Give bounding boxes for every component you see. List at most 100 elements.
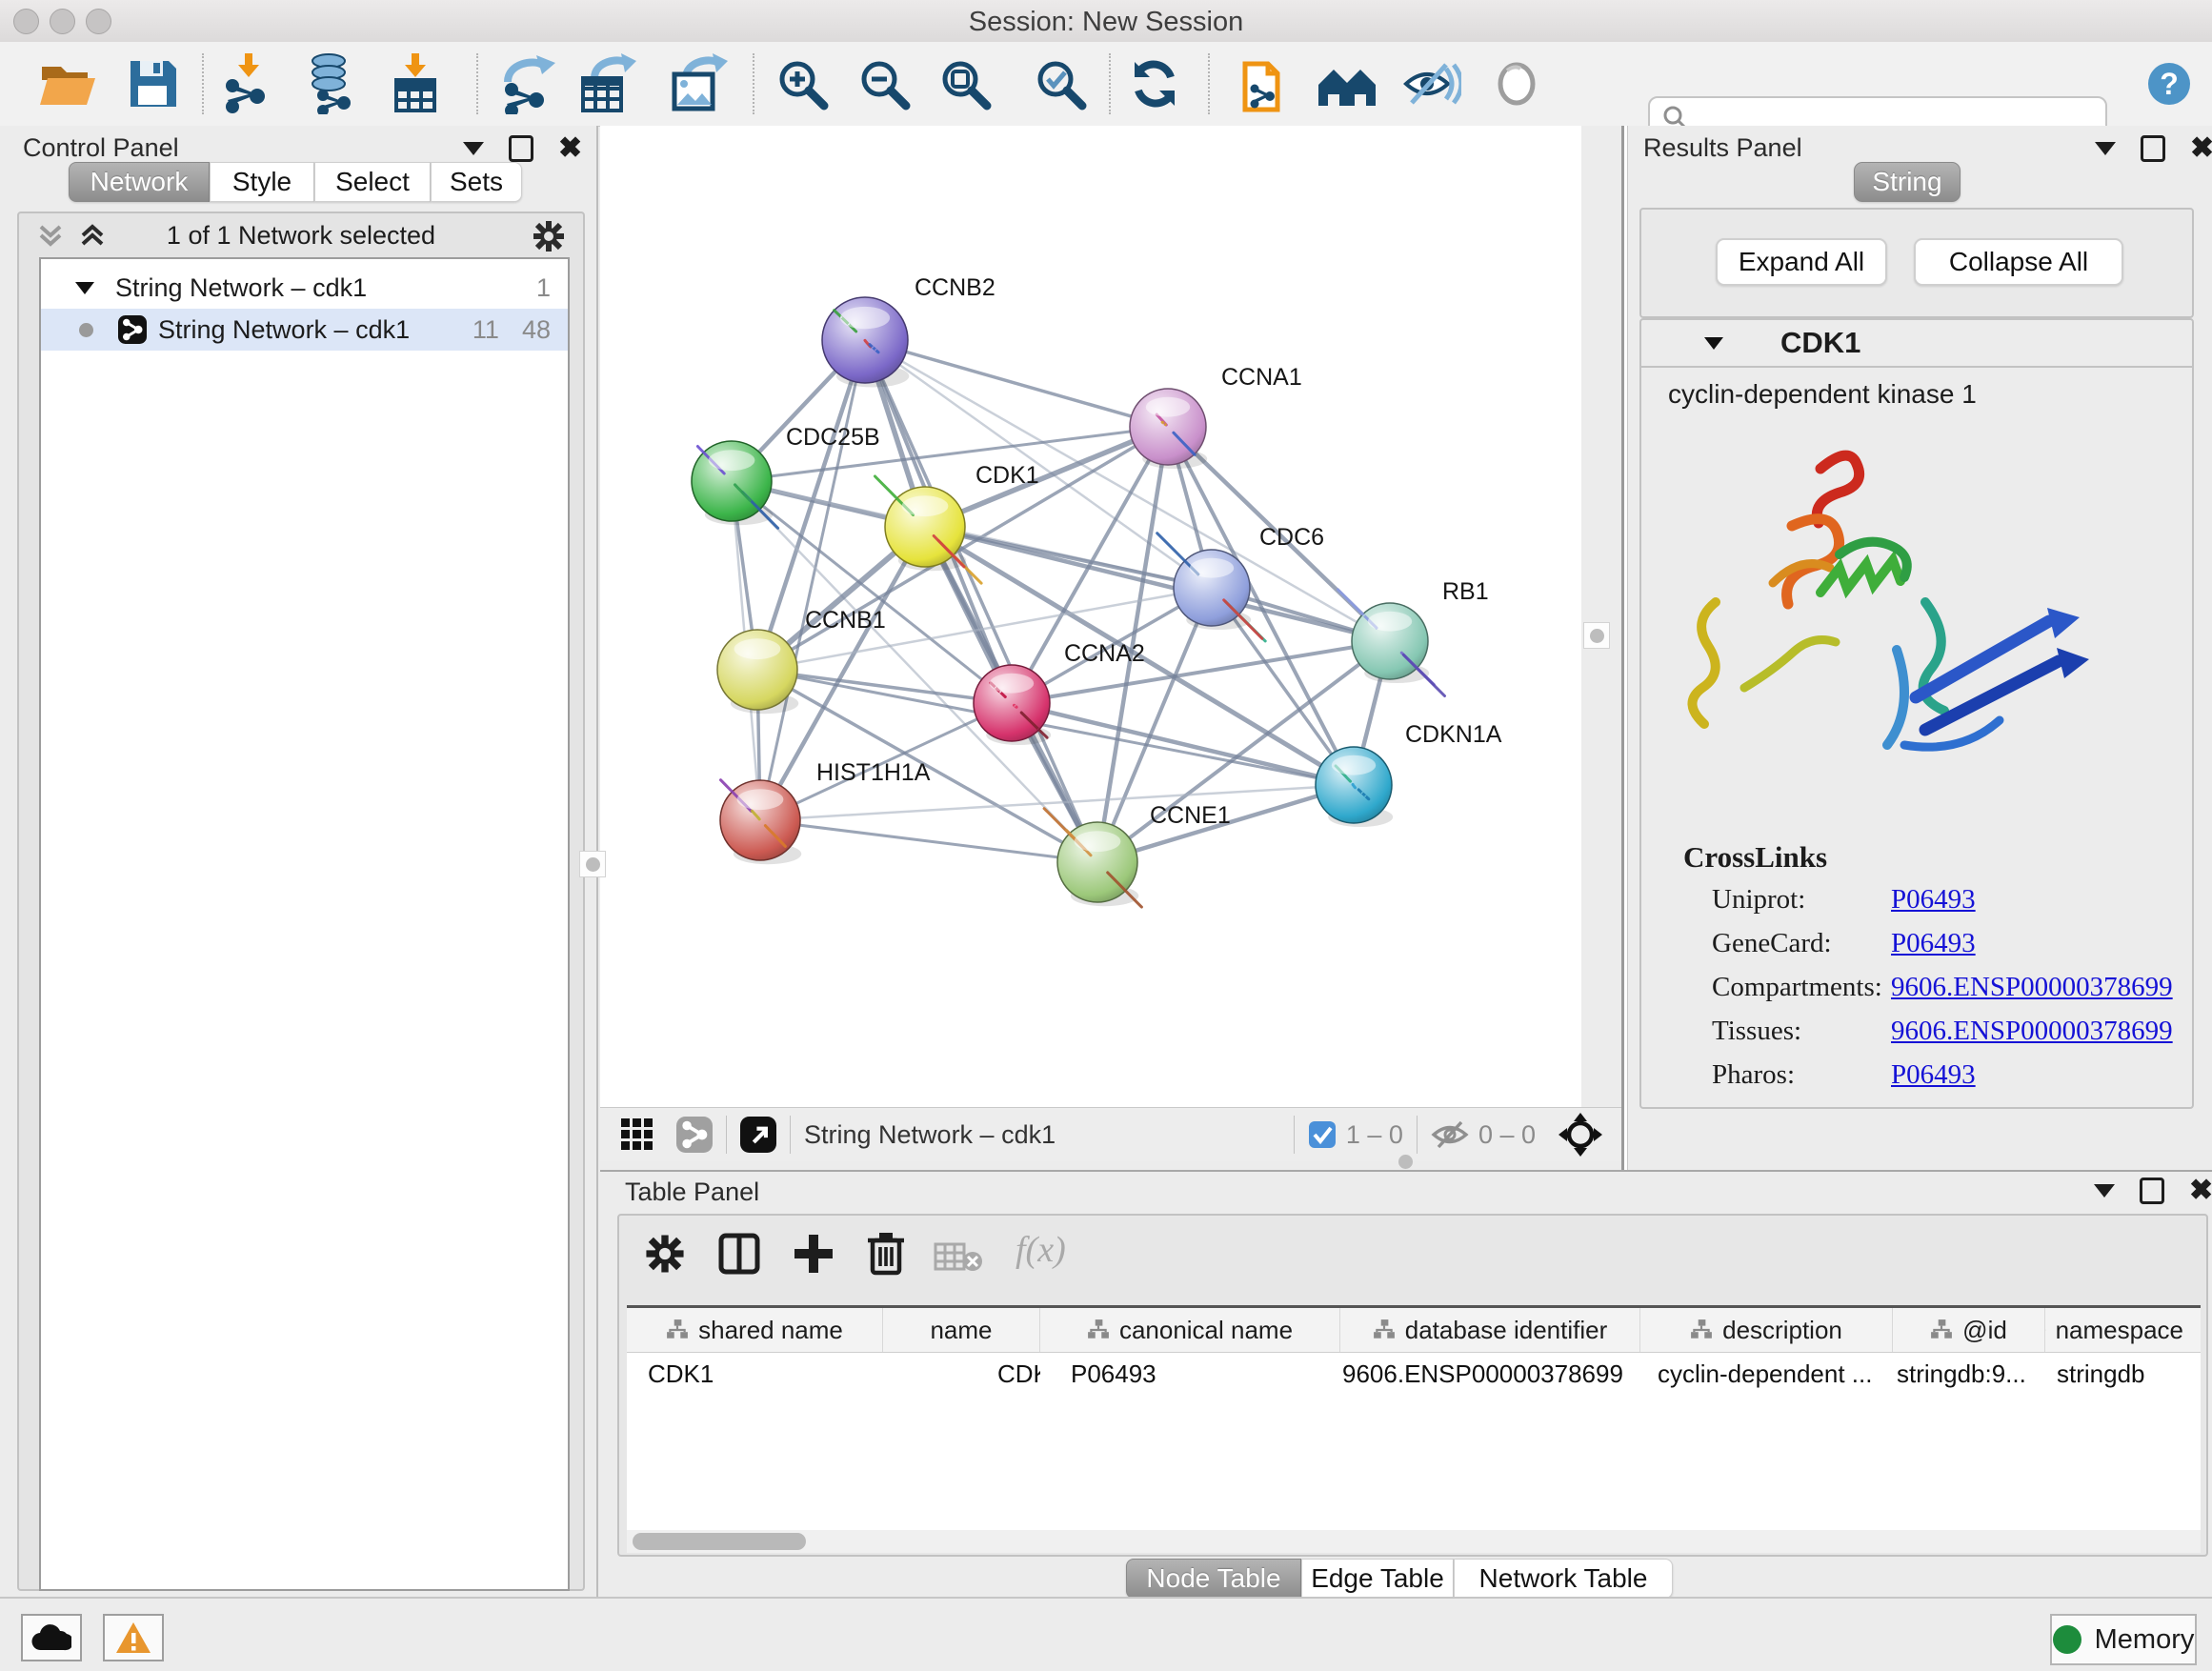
expand-all-button[interactable]: Expand All xyxy=(1716,238,1887,286)
column-header[interactable]: canonical name xyxy=(1040,1308,1340,1352)
vertical-splitter[interactable] xyxy=(1621,126,1628,1170)
control-panel: Control Panel ✖ Network Style Select Set… xyxy=(0,126,598,1597)
tab-network-table[interactable]: Network Table xyxy=(1454,1559,1673,1599)
refresh-icon[interactable] xyxy=(1127,56,1182,111)
crosslink-link[interactable]: P06493 xyxy=(1891,884,1976,916)
node-label: CDK1 xyxy=(975,462,1039,489)
panel-float-icon[interactable] xyxy=(2140,1178,2164,1204)
table-row[interactable]: CDK1 CDK1 P06493 9606.ENSP00000378699 cy… xyxy=(627,1353,2201,1395)
tab-node-table[interactable]: Node Table xyxy=(1126,1559,1301,1599)
network-view-toolbar: String Network – cdk1 1 – 0 0 – 0 xyxy=(600,1107,1621,1161)
warning-icon xyxy=(114,1621,152,1655)
delete-column-icon[interactable] xyxy=(865,1231,907,1277)
crosslinks-title: CrossLinks xyxy=(1683,840,1827,875)
tab-style[interactable]: Style xyxy=(210,162,314,202)
grid-view-icon[interactable] xyxy=(621,1118,654,1151)
network-node-CCNB2[interactable] xyxy=(822,297,908,383)
network-node-CCNB1[interactable] xyxy=(717,630,797,710)
column-header[interactable]: description xyxy=(1640,1308,1893,1352)
network-node-CDC6[interactable] xyxy=(1157,534,1266,641)
select-columns-icon[interactable] xyxy=(718,1233,760,1275)
splitter-handle[interactable] xyxy=(1583,622,1610,649)
memory-button[interactable]: Memory xyxy=(2050,1614,2197,1665)
panel-float-icon[interactable] xyxy=(2141,135,2165,162)
selected-checkbox-icon[interactable] xyxy=(1308,1120,1337,1149)
network-node-CDKN1A[interactable] xyxy=(1316,747,1392,823)
hidden-eye-icon[interactable] xyxy=(1431,1118,1469,1151)
node-label: RB1 xyxy=(1442,578,1489,605)
panel-close-icon[interactable]: ✖ xyxy=(558,138,582,159)
save-session-icon[interactable] xyxy=(127,57,178,111)
cytoscape-window: Session: New Session xyxy=(0,0,2212,1671)
scrollbar-thumb[interactable] xyxy=(633,1533,806,1550)
string-document-icon[interactable] xyxy=(1239,54,1291,113)
results-actions-box: Expand All Collapse All xyxy=(1639,208,2194,318)
zoom-selected-icon[interactable] xyxy=(1033,56,1088,111)
crosslink-link[interactable]: 9606.ENSP00000378699 xyxy=(1891,1016,2173,1047)
edge-count: 48 xyxy=(522,315,551,345)
tab-string[interactable]: String xyxy=(1854,162,1961,202)
tab-select[interactable]: Select xyxy=(314,162,431,202)
column-header[interactable]: namespace xyxy=(2045,1308,2183,1352)
tree-root-row[interactable]: String Network – cdk1 1 xyxy=(41,267,568,309)
fit-target-icon[interactable] xyxy=(1558,1113,1602,1157)
string-network-graph[interactable]: CCNB2CCNA1CDC25BCDK1CDC6RB1CCNB1CCNA2CDK… xyxy=(600,126,1581,1107)
column-header[interactable]: database identifier xyxy=(1340,1308,1640,1352)
column-header[interactable]: shared name xyxy=(627,1308,883,1352)
control-panel-title: Control Panel xyxy=(23,133,179,163)
tree-network-row-selected[interactable]: String Network – cdk1 11 48 xyxy=(41,309,568,351)
home-icon[interactable] xyxy=(1317,58,1377,110)
tab-sets[interactable]: Sets xyxy=(431,162,522,202)
network-canvas[interactable]: CCNB2CCNA1CDC25BCDK1CDC6RB1CCNB1CCNA2CDK… xyxy=(600,126,1581,1107)
tree-expand-caret-icon[interactable] xyxy=(75,282,94,294)
export-table-icon[interactable] xyxy=(579,53,636,114)
network-node-CCNA2[interactable] xyxy=(974,665,1050,741)
show-hide-panel-icon[interactable] xyxy=(1402,57,1461,111)
splitter-handle[interactable] xyxy=(579,851,606,877)
zoom-out-icon[interactable] xyxy=(856,56,912,111)
export-network-icon[interactable] xyxy=(500,53,559,114)
panel-menu-icon[interactable] xyxy=(2094,1184,2115,1198)
gene-collapse-caret-icon[interactable] xyxy=(1704,337,1723,350)
panel-menu-icon[interactable] xyxy=(463,142,484,155)
collapse-all-button[interactable]: Collapse All xyxy=(1914,238,2123,286)
panel-close-icon[interactable]: ✖ xyxy=(2190,138,2212,159)
open-in-window-icon[interactable] xyxy=(740,1117,776,1153)
network-node-CDK1[interactable] xyxy=(875,476,982,583)
crosslink-link[interactable]: 9606.ENSP00000378699 xyxy=(1891,972,2173,1003)
gene-section-header[interactable]: CDK1 xyxy=(1641,320,2192,368)
network-options-gear-icon[interactable] xyxy=(532,219,566,253)
eye-icon[interactable] xyxy=(1490,57,1543,111)
zoom-in-icon[interactable] xyxy=(774,56,830,111)
panel-menu-icon[interactable] xyxy=(2095,142,2116,155)
selection-status: 1 of 1 Network selected xyxy=(19,221,583,251)
import-table-icon[interactable] xyxy=(389,53,442,114)
network-status-dot-icon xyxy=(79,323,93,337)
network-node-CDC25B[interactable] xyxy=(692,441,778,528)
tab-network[interactable]: Network xyxy=(69,162,210,202)
add-column-icon[interactable] xyxy=(793,1233,835,1275)
column-header[interactable]: @id xyxy=(1893,1308,2045,1352)
warnings-button[interactable] xyxy=(103,1614,164,1661)
table-container: f(x) shared name name canonical name dat… xyxy=(617,1214,2208,1557)
network-node-CCNA1[interactable] xyxy=(1130,389,1206,465)
zoom-fit-icon[interactable] xyxy=(937,56,993,111)
table-gear-icon[interactable] xyxy=(644,1233,686,1275)
table-h-scrollbar[interactable] xyxy=(627,1530,2201,1553)
tab-edge-table[interactable]: Edge Table xyxy=(1301,1559,1454,1599)
open-session-icon[interactable] xyxy=(38,57,97,111)
import-network-from-database-icon[interactable] xyxy=(302,53,361,114)
network-node-HIST1H1A[interactable] xyxy=(720,780,800,860)
crosslink-link[interactable]: P06493 xyxy=(1891,1059,1976,1091)
export-image-icon[interactable] xyxy=(669,53,728,114)
cloud-button[interactable] xyxy=(21,1614,82,1661)
help-icon[interactable]: ? xyxy=(2148,63,2190,105)
panel-float-icon[interactable] xyxy=(509,135,533,162)
panel-close-icon[interactable]: ✖ xyxy=(2189,1180,2212,1201)
network-node-CCNE1[interactable] xyxy=(1044,809,1141,907)
column-header[interactable]: name xyxy=(883,1308,1040,1352)
import-network-icon[interactable] xyxy=(221,53,278,114)
network-share-icon[interactable] xyxy=(676,1117,713,1153)
crosslink-row: Uniprot: xyxy=(1712,884,1805,916)
crosslink-link[interactable]: P06493 xyxy=(1891,928,1976,959)
